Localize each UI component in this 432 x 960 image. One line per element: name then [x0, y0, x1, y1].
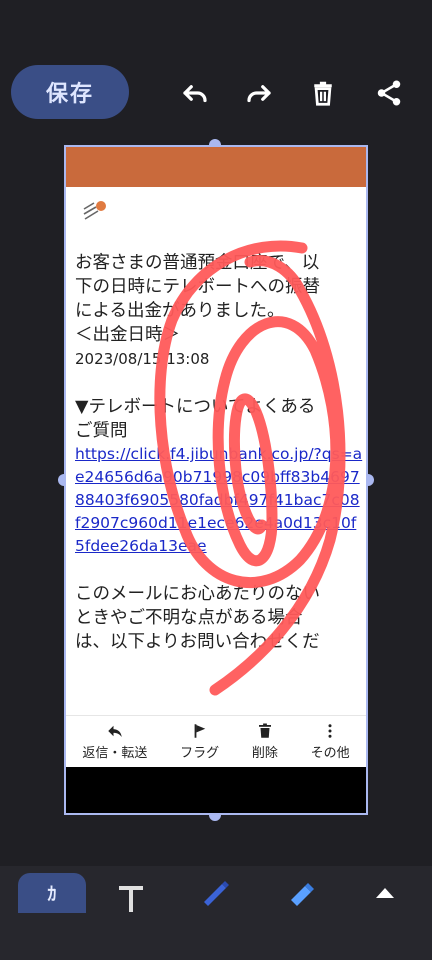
flag-icon: [194, 724, 205, 738]
mail-action-bar: 返信・転送 フラグ 削除 その他: [66, 715, 366, 768]
highlighter-icon[interactable]: [285, 872, 315, 912]
mail-text-line: による出金がありました。: [75, 301, 285, 321]
expand-up-icon[interactable]: [370, 872, 400, 912]
save-button[interactable]: 保存: [11, 65, 129, 119]
reply-forward-button[interactable]: 返信・転送: [82, 716, 147, 761]
pen-icon[interactable]: [200, 872, 230, 912]
action-label: その他: [310, 746, 350, 761]
more-vertical-icon: [328, 724, 332, 738]
delete-icon[interactable]: [306, 76, 340, 110]
mail-text-line: 下の日時にテレボートへの振替: [75, 277, 320, 297]
mail-header-bar: [66, 147, 366, 187]
withdrawal-datetime: 2023/08/15 13:08: [75, 350, 210, 368]
mail-text-line: ご質問: [75, 421, 128, 441]
mail-text-line: お客さまの普通預金口座で、以: [75, 253, 320, 273]
mail-body: お客さまの普通預金口座で、以 下の日時にテレボートへの振替 による出金がありました。…: [75, 251, 365, 654]
more-button[interactable]: その他: [311, 716, 350, 761]
tool-tab-active[interactable]: ｶ: [18, 873, 86, 913]
mail-text-line: ▼テレボートについてよくある: [75, 397, 316, 417]
mail-text-line: ＜出金日時＞: [75, 325, 180, 345]
share-icon[interactable]: [372, 76, 406, 110]
delete-mail-button[interactable]: 削除: [252, 716, 278, 761]
mail-text-line: は、以下よりお問い合わせくだ: [75, 632, 320, 652]
flag-button[interactable]: フラグ: [180, 716, 219, 761]
reply-icon: [108, 725, 122, 737]
bank-logo-icon: [80, 199, 110, 227]
mail-text-line: このメールにお心あたりのない: [75, 584, 320, 604]
redo-icon[interactable]: [242, 76, 276, 110]
mail-text-line: ときやご不明な点がある場合: [75, 608, 303, 628]
faq-link[interactable]: https://click.f4.jibunbank.co.jp/?qs=ae2…: [75, 443, 365, 558]
screenshot-canvas[interactable]: お客さまの普通預金口座で、以 下の日時にテレボートへの振替 による出金がありました。…: [64, 145, 368, 815]
undo-icon[interactable]: [178, 76, 212, 110]
action-label: 返信・転送: [82, 746, 148, 761]
action-label: 削除: [251, 746, 278, 761]
navigation-bar-area: [66, 767, 366, 813]
trash-icon: [258, 723, 271, 738]
action-label: フラグ: [180, 746, 220, 761]
text-tool-icon[interactable]: [116, 872, 146, 912]
